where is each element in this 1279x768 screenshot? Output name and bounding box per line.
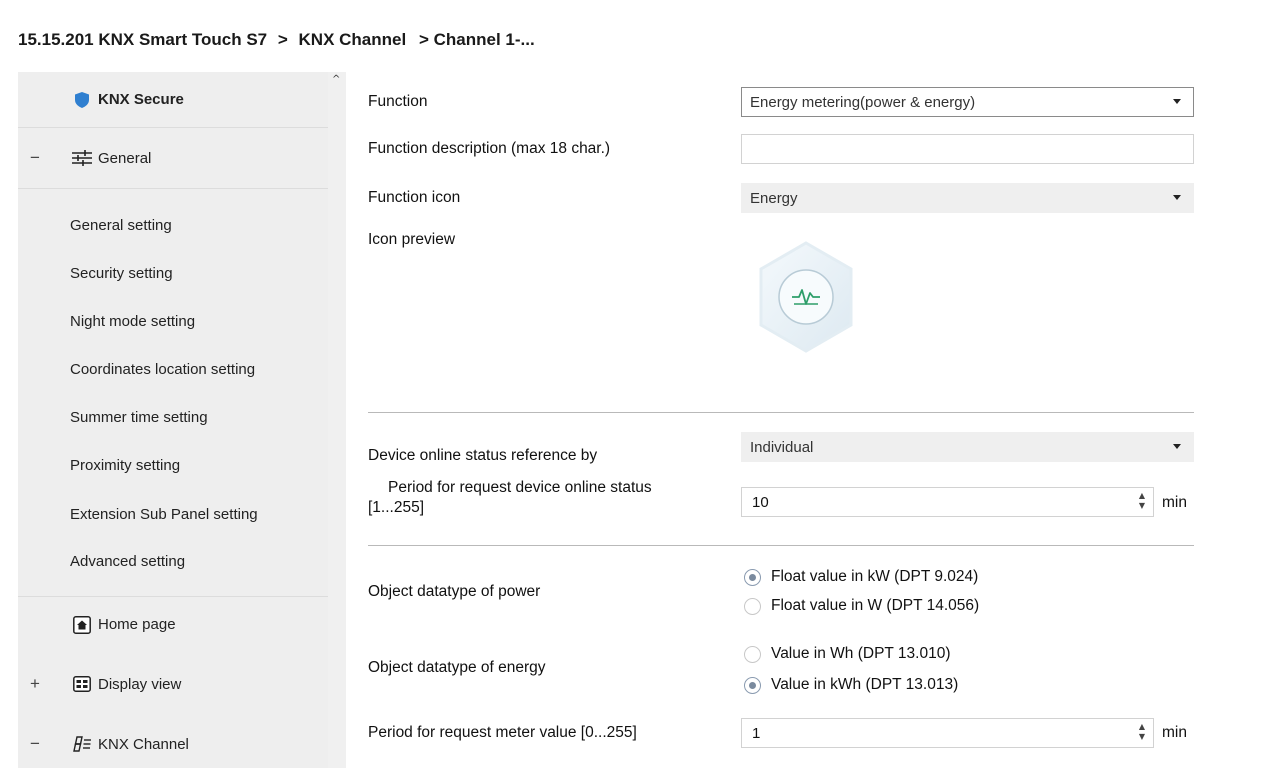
chevron-down-icon <box>1173 444 1181 449</box>
sidebar-subitem-security-setting[interactable]: Security setting <box>70 265 173 282</box>
expand-icon[interactable]: + <box>28 674 42 694</box>
period-online-status-range: [1...255] <box>368 499 425 516</box>
divider <box>368 545 1194 546</box>
breadcrumb: 15.15.201 KNX Smart Touch S7 > KNX Chann… <box>0 0 1279 72</box>
sidebar-item-knx-secure[interactable]: KNX Secure <box>18 72 328 128</box>
function-icon-value: Energy <box>750 189 798 207</box>
device-online-status-label: Device online status reference by <box>368 447 598 464</box>
sidebar-subitem-proximity-setting[interactable]: Proximity setting <box>70 457 180 474</box>
function-label: Function <box>368 93 428 110</box>
radio-energy-wh[interactable]: Value in Wh (DPT 13.010) <box>744 645 950 663</box>
function-description-field[interactable] <box>741 134 1194 164</box>
function-description-label: Function description (max 18 char.) <box>368 140 611 157</box>
sidebar-subitem-general-setting[interactable]: General setting <box>70 217 172 234</box>
collapse-icon[interactable]: − <box>28 734 42 754</box>
sidebar-item-home-page[interactable]: Home page <box>18 596 328 652</box>
breadcrumb-current: > Channel 1-... <box>418 30 535 49</box>
sidebar-scrollbar[interactable]: ^ <box>328 72 346 768</box>
breadcrumb-separator: > <box>277 30 288 49</box>
radio-unselected-icon[interactable] <box>744 597 761 615</box>
period-online-status-stepper[interactable]: 10 ▲ ▼ <box>741 487 1154 517</box>
period-online-status-unit: min <box>1162 494 1187 511</box>
sidebar-item-label: Home page <box>98 616 176 633</box>
collapse-icon[interactable]: − <box>28 148 42 168</box>
radio-unselected-icon[interactable] <box>744 645 761 663</box>
shield-icon <box>72 90 92 110</box>
radio-energy-kwh[interactable]: Value in kWh (DPT 13.013) <box>744 676 958 694</box>
sidebar-subitem-coordinates-location-setting[interactable]: Coordinates location setting <box>70 361 255 378</box>
home-icon <box>72 615 92 635</box>
function-value: Energy metering(power & energy) <box>750 93 976 111</box>
sidebar-subitem-extension-sub-panel-setting[interactable]: Extension Sub Panel setting <box>70 506 258 523</box>
scroll-up-icon[interactable]: ^ <box>332 74 340 85</box>
sidebar-subitem-summer-time-setting[interactable]: Summer time setting <box>70 409 208 426</box>
spinner-arrows-icon[interactable]: ▲ ▼ <box>1139 491 1145 511</box>
chevron-down-icon <box>1173 99 1181 104</box>
radio-power-kw[interactable]: Float value in kW (DPT 9.024) <box>744 568 978 586</box>
radio-label: Float value in W (DPT 14.056) <box>771 597 980 614</box>
period-online-status-label: Period for request device online status <box>388 479 652 496</box>
datatype-power-label: Object datatype of power <box>368 583 541 600</box>
sidebar: KNX Secure − General General setting Sec… <box>18 72 345 768</box>
divider <box>368 412 1194 413</box>
period-meter-value: 1 <box>752 724 761 742</box>
sidebar-subitem-night-mode-setting[interactable]: Night mode setting <box>70 313 195 330</box>
sidebar-item-display-view[interactable]: + Display view <box>18 656 328 712</box>
radio-selected-icon[interactable] <box>744 676 761 694</box>
sidebar-item-general[interactable]: − General <box>18 130 328 186</box>
sliders-icon <box>72 148 92 168</box>
period-meter-label: Period for request meter value [0...255] <box>368 724 637 741</box>
function-icon-label: Function icon <box>368 189 461 206</box>
sidebar-item-knx-channel[interactable]: − KNX Channel <box>18 716 328 768</box>
knx-channel-icon <box>72 734 92 754</box>
sidebar-item-label: KNX Channel <box>98 735 189 753</box>
period-online-status-value: 10 <box>752 493 769 511</box>
period-meter-stepper[interactable]: 1 ▲ ▼ <box>741 718 1154 748</box>
sidebar-item-label: KNX Secure <box>98 91 184 108</box>
breadcrumb-device[interactable]: 15.15.201 KNX Smart Touch S7 <box>18 30 267 49</box>
radio-label: Value in kWh (DPT 13.013) <box>771 676 959 693</box>
display-view-icon <box>72 674 92 694</box>
sidebar-item-label: General <box>98 149 152 167</box>
sidebar-item-label: Display view <box>98 675 182 693</box>
icon-preview-label: Icon preview <box>368 231 456 248</box>
function-icon-dropdown[interactable]: Energy <box>741 183 1194 213</box>
device-online-status-value: Individual <box>750 438 814 456</box>
radio-power-w[interactable]: Float value in W (DPT 14.056) <box>744 597 979 615</box>
spinner-arrows-icon[interactable]: ▲ ▼ <box>1139 722 1145 742</box>
parameter-panel: Function Energy metering(power & energy)… <box>346 72 1279 768</box>
chevron-down-icon <box>1173 195 1181 200</box>
function-dropdown[interactable]: Energy metering(power & energy) <box>741 87 1194 117</box>
energy-pulse-icon <box>756 240 856 354</box>
radio-label: Value in Wh (DPT 13.010) <box>771 645 951 662</box>
device-online-status-dropdown[interactable]: Individual <box>741 432 1194 462</box>
sidebar-subitem-advanced-setting[interactable]: Advanced setting <box>70 553 185 570</box>
breadcrumb-channel[interactable]: KNX Channel <box>299 30 407 49</box>
divider <box>18 188 328 189</box>
period-meter-unit: min <box>1162 724 1187 741</box>
radio-selected-icon[interactable] <box>744 568 761 586</box>
radio-label: Float value in kW (DPT 9.024) <box>771 568 979 585</box>
datatype-energy-label: Object datatype of energy <box>368 659 546 676</box>
